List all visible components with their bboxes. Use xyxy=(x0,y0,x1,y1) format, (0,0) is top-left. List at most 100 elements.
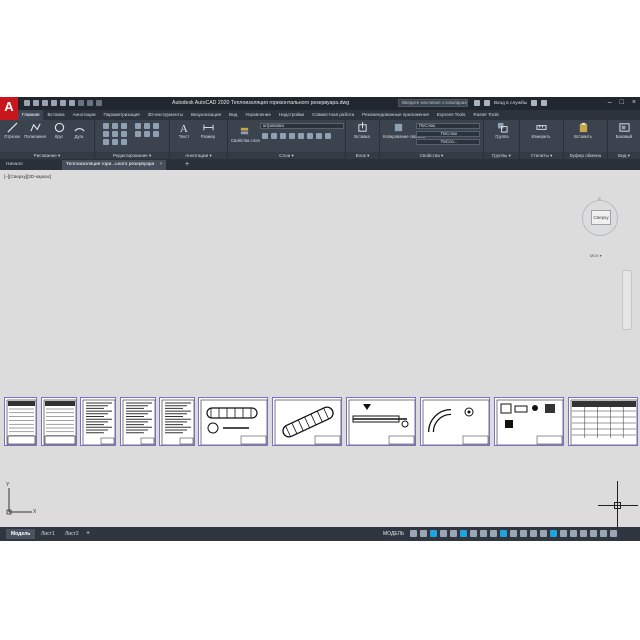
ortho-icon[interactable] xyxy=(430,530,437,537)
save-icon[interactable] xyxy=(42,100,48,106)
ribbon-tab[interactable]: Вид xyxy=(225,110,241,120)
tab-start[interactable]: Начало xyxy=(2,160,44,170)
polyline-tool[interactable]: Полилиния xyxy=(23,122,47,139)
navigation-bar[interactable] xyxy=(622,270,632,330)
close-icon[interactable]: × xyxy=(632,99,636,106)
offset-icon[interactable] xyxy=(153,123,159,129)
layer-properties-tool[interactable]: Свойства слоя xyxy=(231,126,260,143)
add-layout-button[interactable]: + xyxy=(86,529,90,539)
annotation-scale-icon[interactable] xyxy=(520,530,527,537)
copy-icon[interactable] xyxy=(103,131,109,137)
layer-isolate-icon[interactable] xyxy=(289,133,295,139)
match-properties-tool[interactable]: Копирование свойств xyxy=(383,122,425,139)
ribbon-tab[interactable]: Рекомендованные приложения xyxy=(358,110,433,120)
ribbon-tab[interactable]: Совместная работа xyxy=(308,110,358,120)
tab-sheet1[interactable]: Лист1 xyxy=(36,529,60,539)
tab-active-drawing[interactable]: Теплоизоляция гори...ьного резервуара × xyxy=(62,160,167,170)
move-icon[interactable] xyxy=(103,123,109,129)
annotation-visibility-icon[interactable] xyxy=(500,530,507,537)
array-icon[interactable] xyxy=(121,139,127,145)
redo-icon[interactable] xyxy=(87,100,93,106)
panel-title-properties[interactable]: Свойства ▾ xyxy=(380,152,483,159)
layer-merge-icon[interactable] xyxy=(325,133,331,139)
color-dropdown[interactable]: ПоСлою xyxy=(416,123,480,129)
join-icon[interactable] xyxy=(135,131,141,137)
panel-title-annotation[interactable]: Аннотации ▾ xyxy=(170,152,227,159)
snap-icon[interactable] xyxy=(420,530,427,537)
drawing-sheet[interactable] xyxy=(272,397,342,446)
ribbon-tab[interactable]: Аннотации xyxy=(69,110,100,120)
ribbon-tab[interactable]: Raster Tools xyxy=(469,110,502,120)
drawing-sheet[interactable] xyxy=(568,397,638,446)
polar-icon[interactable] xyxy=(440,530,447,537)
line-tool[interactable]: Отрезок xyxy=(2,122,22,139)
object-snap-icon[interactable] xyxy=(470,530,477,537)
panel-title-modify[interactable]: Редактирование ▾ xyxy=(95,152,169,159)
panel-title-groups[interactable]: Группы ▾ xyxy=(484,152,519,159)
isodraft-icon[interactable] xyxy=(450,530,457,537)
layer-walk-icon[interactable] xyxy=(316,133,322,139)
layer-match-icon[interactable] xyxy=(298,133,304,139)
workspace-gear-icon[interactable] xyxy=(530,530,537,537)
ribbon-tab[interactable]: Параметризация xyxy=(100,110,144,120)
viewcube[interactable]: С Сверху xyxy=(580,196,620,238)
new-file-icon[interactable] xyxy=(24,100,30,106)
save-as-icon[interactable] xyxy=(51,100,57,106)
dimension-tool[interactable]: Размер xyxy=(196,122,220,139)
fillet-icon[interactable] xyxy=(121,131,127,137)
text-tool[interactable]: A Текст xyxy=(173,122,195,139)
isolate-objects-icon[interactable] xyxy=(580,530,587,537)
panel-title-layers[interactable]: Слои ▾ xyxy=(228,152,345,159)
quick-properties-icon[interactable] xyxy=(560,530,567,537)
hardware-acceleration-icon[interactable] xyxy=(590,530,597,537)
ribbon-tab[interactable]: Express Tools xyxy=(433,110,470,120)
panel-title-block[interactable]: Блок ▾ xyxy=(346,152,379,159)
ribbon-tab[interactable]: Надстройки xyxy=(275,110,308,120)
units-icon[interactable] xyxy=(550,530,557,537)
layer-lock-icon[interactable] xyxy=(280,133,286,139)
drawing-sheet[interactable] xyxy=(420,397,490,446)
layer-previous-icon[interactable] xyxy=(307,133,313,139)
panel-title-draw[interactable]: Рисование ▾ xyxy=(0,152,94,159)
drawing-sheet[interactable] xyxy=(494,397,564,446)
break-icon[interactable] xyxy=(144,131,150,137)
measure-tool[interactable]: Измерить xyxy=(524,122,558,139)
undo-icon[interactable] xyxy=(78,100,84,106)
panel-title-view[interactable]: Вид ▾ xyxy=(608,152,640,159)
autodesk-app-store-icon[interactable] xyxy=(531,100,538,106)
tab-model[interactable]: Модель xyxy=(6,529,36,539)
grid-icon[interactable] xyxy=(410,530,417,537)
object-snap-tracking-icon[interactable] xyxy=(460,530,467,537)
model-space-toggle[interactable]: МОДЕЛЬ xyxy=(383,530,404,539)
circle-tool[interactable]: Круг xyxy=(50,122,68,139)
search-icon[interactable] xyxy=(474,100,480,106)
scale-icon[interactable] xyxy=(112,139,118,145)
arc-tool[interactable]: Дуга xyxy=(70,122,88,139)
explode-icon[interactable] xyxy=(144,123,150,129)
ribbon-tab[interactable]: Главная xyxy=(18,110,44,120)
base-view-tool[interactable]: Базовый xyxy=(611,122,637,139)
drawing-sheet[interactable] xyxy=(120,397,156,446)
ribbon-tab[interactable]: Вставка xyxy=(43,110,68,120)
trim-icon[interactable] xyxy=(121,123,127,129)
lock-ui-icon[interactable] xyxy=(570,530,577,537)
panel-title-clipboard[interactable]: Буфер обмена xyxy=(564,152,607,159)
viewcube-top-face[interactable]: Сверху xyxy=(591,210,611,225)
annotation-monitor-icon[interactable] xyxy=(540,530,547,537)
user-icon[interactable] xyxy=(484,100,490,106)
paste-tool[interactable]: Вставить xyxy=(568,122,598,139)
lineweight-dropdown[interactable]: ПоСло... xyxy=(416,139,480,145)
tab-sheet2[interactable]: Лист2 xyxy=(60,529,84,539)
drawing-sheet[interactable] xyxy=(41,397,77,446)
drawing-sheet[interactable] xyxy=(346,397,416,446)
lineweight-icon[interactable] xyxy=(480,530,487,537)
panel-title-utilities[interactable]: Утилиты ▾ xyxy=(520,152,563,159)
layer-dropdown[interactable]: штриховка xyxy=(260,123,344,129)
rotate-icon[interactable] xyxy=(112,123,118,129)
mirror-icon[interactable] xyxy=(112,131,118,137)
minimize-icon[interactable]: – xyxy=(608,99,612,106)
ribbon-tab[interactable]: Управление xyxy=(241,110,275,120)
new-tab-button[interactable]: + xyxy=(181,160,193,170)
open-file-icon[interactable] xyxy=(33,100,39,106)
customization-menu-icon[interactable] xyxy=(610,530,617,537)
